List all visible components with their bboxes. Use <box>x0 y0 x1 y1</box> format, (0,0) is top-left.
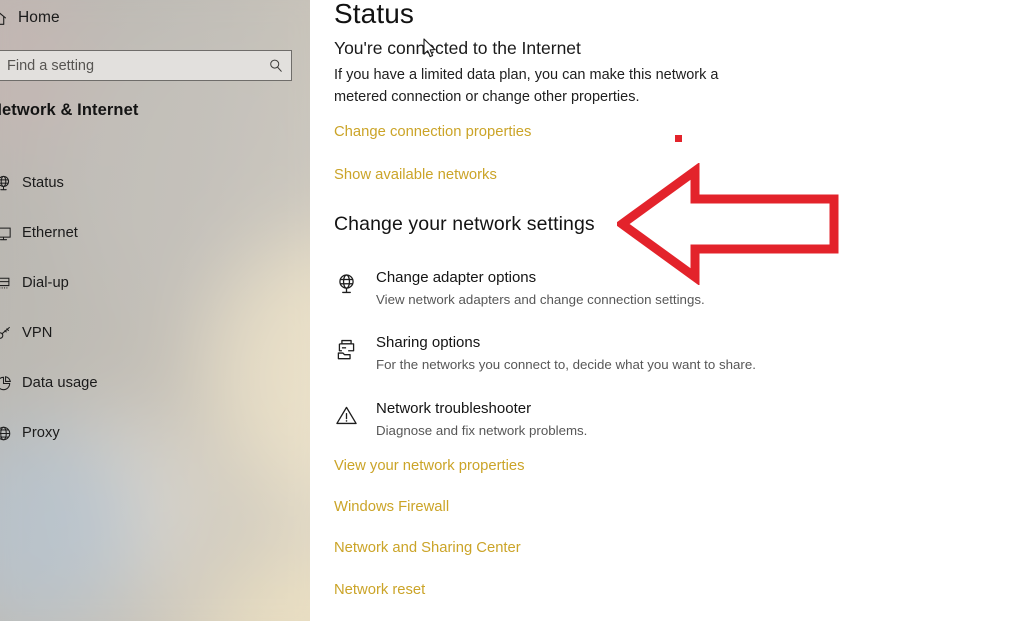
sidebar-item-label: Ethernet <box>22 225 78 241</box>
option-network-troubleshooter[interactable]: Network troubleshooter Diagnose and fix … <box>334 400 804 439</box>
sidebar-item-label: Dial-up <box>22 275 69 291</box>
settings-main-pane: Status You're connected to the Internet … <box>310 0 1024 621</box>
printer-sharing-icon <box>334 334 376 373</box>
sidebar-home-button[interactable]: Home <box>0 4 248 32</box>
globe-icon <box>0 174 22 193</box>
sidebar-item-label: VPN <box>22 325 53 341</box>
search-box[interactable] <box>0 50 292 81</box>
sidebar-item-ethernet[interactable]: Ethernet <box>0 208 310 258</box>
option-change-adapter-options[interactable]: Change adapter options View network adap… <box>334 269 804 308</box>
sidebar-item-label: Proxy <box>22 425 60 441</box>
option-title: Network troubleshooter <box>376 400 532 417</box>
sidebar-item-label: Data usage <box>22 375 98 391</box>
option-subtitle: For the networks you connect to, decide … <box>376 356 756 372</box>
sidebar-category-title: Network & Internet <box>0 101 139 119</box>
page-title: Status <box>334 0 414 29</box>
sidebar-item-vpn[interactable]: VPN <box>0 308 310 358</box>
search-input[interactable] <box>0 57 261 74</box>
sidebar-home-label: Home <box>18 9 60 26</box>
sidebar-item-proxy[interactable]: Proxy <box>0 408 310 458</box>
sidebar-item-status[interactable]: Status <box>0 158 310 208</box>
sidebar-item-label: Status <box>22 175 64 191</box>
monitor-icon <box>0 224 22 243</box>
section-heading-change-network-settings: Change your network settings <box>334 213 595 235</box>
network-adapter-icon <box>334 269 376 308</box>
option-subtitle: View network adapters and change connect… <box>376 291 705 307</box>
vpn-key-icon <box>0 324 22 343</box>
globe-grid-icon <box>0 424 22 443</box>
link-show-available-networks[interactable]: Show available networks <box>334 167 497 183</box>
sidebar-nav-list: Status Ethernet Dial-up VPN Data usage P… <box>0 158 310 458</box>
option-subtitle: Diagnose and fix network problems. <box>376 422 588 438</box>
link-network-reset[interactable]: Network reset <box>334 582 425 598</box>
sidebar-item-dial-up[interactable]: Dial-up <box>0 258 310 308</box>
settings-sidebar: Home Network & Internet <box>0 0 310 621</box>
link-view-network-properties[interactable]: View your network properties <box>334 458 525 474</box>
connection-description: If you have a limited data plan, you can… <box>334 67 719 106</box>
sidebar-item-data-usage[interactable]: Data usage <box>0 358 310 408</box>
link-change-connection-properties[interactable]: Change connection properties <box>334 124 531 140</box>
link-network-and-sharing-center[interactable]: Network and Sharing Center <box>334 540 521 556</box>
option-title: Sharing options <box>376 334 481 351</box>
option-sharing-options[interactable]: Sharing options For the networks you con… <box>334 334 804 373</box>
warning-triangle-icon <box>334 400 376 439</box>
dialup-icon <box>0 274 22 293</box>
link-windows-firewall[interactable]: Windows Firewall <box>334 499 449 515</box>
option-title: Change adapter options <box>376 269 537 286</box>
home-icon <box>0 9 18 28</box>
search-icon[interactable] <box>261 51 291 80</box>
connection-status-text: You're connected to the Internet <box>334 38 581 58</box>
pie-chart-icon <box>0 374 22 393</box>
